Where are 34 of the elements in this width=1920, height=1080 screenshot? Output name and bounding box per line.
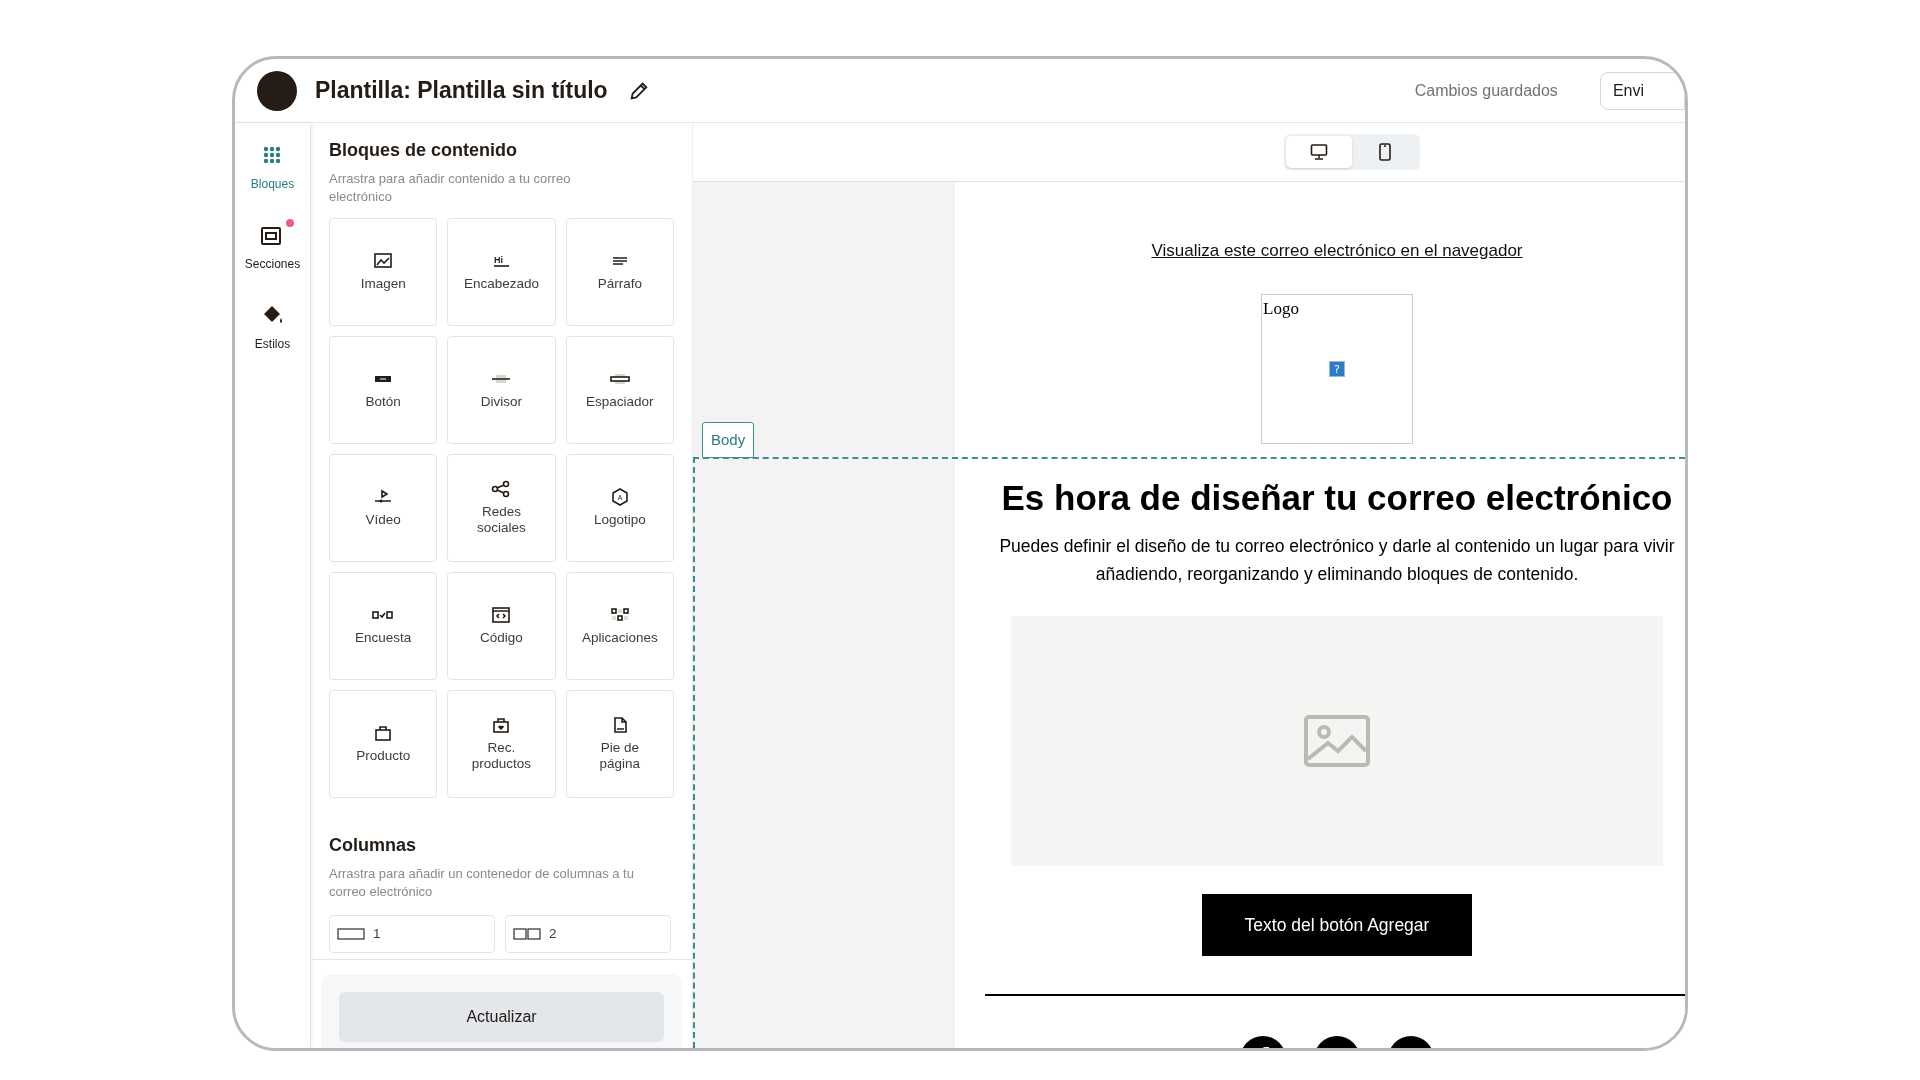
panel-heading: Bloques de contenido [329,139,518,162]
email-heading: Es hora de diseñar tu correo electrónico [1001,476,1673,519]
rail-tab[interactable]: Secciones [244,223,301,273]
rail-tab[interactable]: Bloques [250,145,295,193]
send-button[interactable]: Envi [1599,71,1685,110]
content-block-tile[interactable]: Pie de página [565,690,674,798]
content-block-tile[interactable]: Imagen [329,218,438,326]
content-block-tile[interactable]: Producto [329,690,438,798]
email-paragraph: Puedes definir el diseño de tu correo electrónico y darle al contenido un lugar para vivir añadiendo, reorganizando y eliminando bloques de contenido. [998,535,1676,586]
content-block-tile[interactable]: Aplicaciones [565,572,674,680]
panel-description: Arrastra para añadir contenido a tu correo electrónico [329,170,572,206]
content-block-tile[interactable]: Espaciador [565,336,674,444]
content-block-tile[interactable]: Encuesta [329,572,438,680]
content-block-tile[interactable]: Redes sociales [447,454,556,562]
section-tag[interactable]: Body [702,422,755,458]
content-block-tile[interactable]: Código [447,572,556,680]
content-block-tile[interactable]: Hi Encabezado [447,218,556,326]
content-block-tile[interactable]: Rec. productos [447,690,556,798]
content-block-tile[interactable]: Botón [329,336,438,444]
rail-tab[interactable]: Estilos [254,303,291,353]
content-block-tile[interactable]: Divisor [447,336,556,444]
save-status: Cambios guardados [1414,80,1558,101]
panel-description: Arrastra para añadir un contenedor de columnas a tu correo electrónico [329,865,635,901]
update-button[interactable]: Actualizar [339,992,664,1042]
content-block-tile[interactable]: Párrafo [565,218,674,326]
panel-heading: Columnas [329,834,417,857]
template-title: Plantilla: Plantilla sin título [315,76,608,106]
email-button[interactable]: Texto del botón Agregar [1202,894,1472,956]
column-layout-option[interactable]: 1 [329,915,495,953]
browser-link[interactable]: Visualiza este correo electrónico en el navegador [1151,238,1523,264]
content-block-tile[interactable]: Vídeo [329,454,438,562]
broken-image-icon: ? [1329,360,1345,377]
column-layout-option[interactable]: 2 [505,915,671,953]
logo-alt-text: Logo [1263,297,1299,320]
